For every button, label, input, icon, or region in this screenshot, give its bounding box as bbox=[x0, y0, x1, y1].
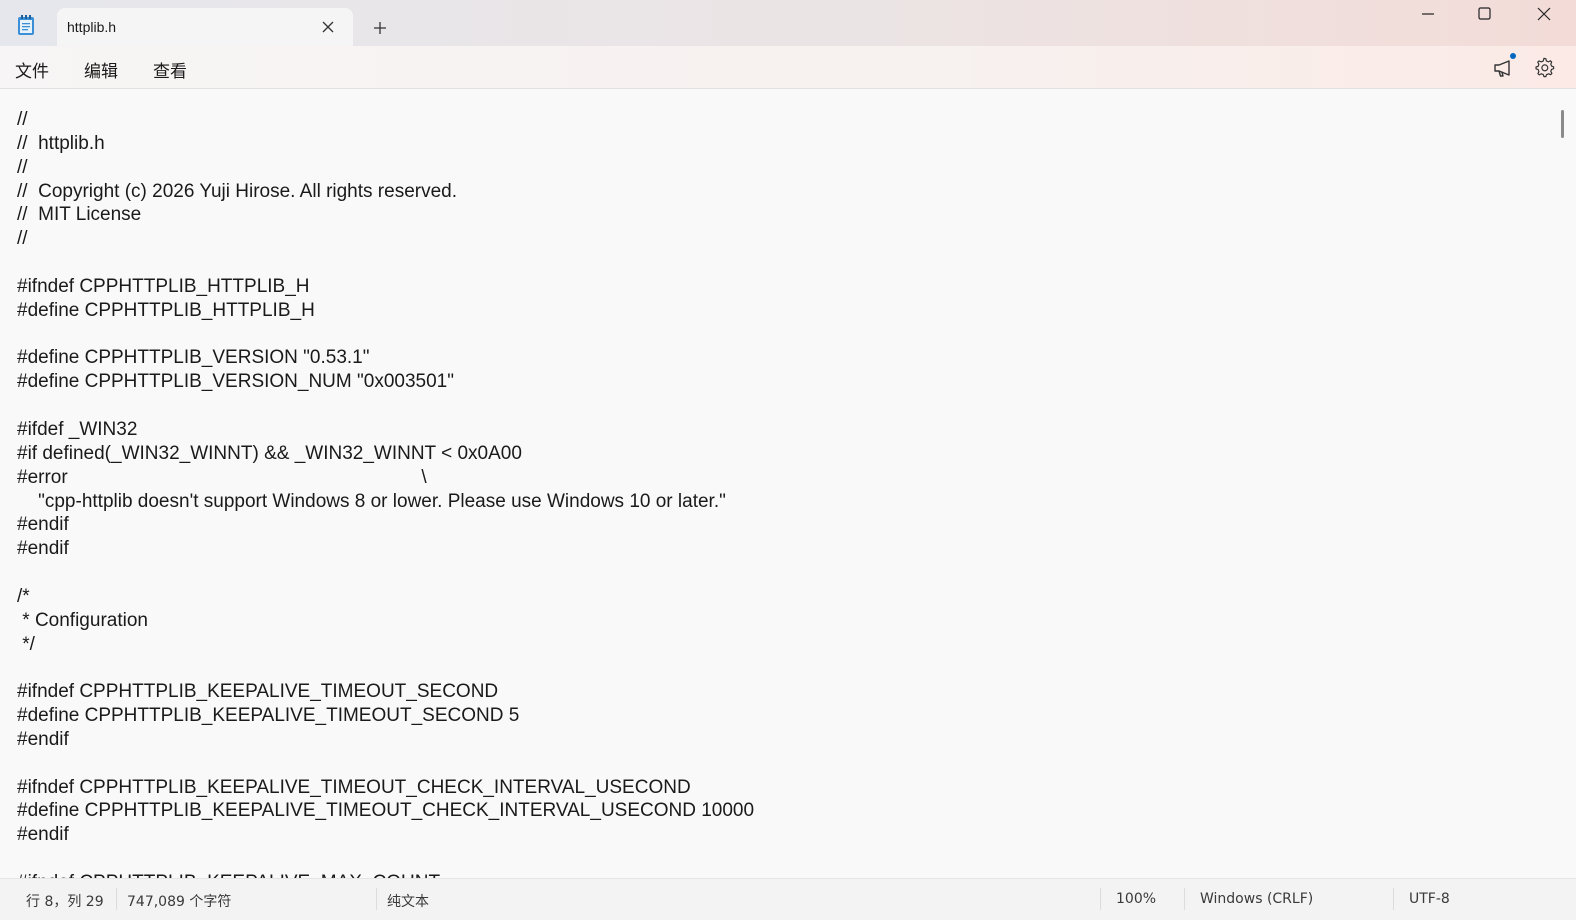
code-line[interactable]: #ifndef CPPHTTPLIB_KEEPALIVE_TIMEOUT_CHE… bbox=[17, 776, 754, 800]
code-line[interactable]: // Copyright (c) 2026 Yuji Hirose. All r… bbox=[17, 180, 754, 204]
code-line[interactable]: * Configuration bbox=[17, 609, 754, 633]
maximize-icon[interactable] bbox=[1462, 4, 1508, 26]
code-line[interactable]: #define CPPHTTPLIB_HTTPLIB_H bbox=[17, 299, 754, 323]
code-line[interactable]: /* bbox=[17, 585, 754, 609]
menu-edit[interactable]: 编辑 bbox=[84, 57, 118, 82]
code-line[interactable]: ​ bbox=[17, 251, 754, 275]
code-line[interactable]: #define CPPHTTPLIB_KEEPALIVE_TIMEOUT_CHE… bbox=[17, 799, 754, 823]
editor-content[interactable]: //// httplib.h//// Copyright (c) 2026 Yu… bbox=[17, 108, 754, 878]
gear-icon[interactable] bbox=[1533, 56, 1555, 78]
char-count: 747,089 个字符 bbox=[127, 894, 232, 910]
status-divider bbox=[1393, 888, 1394, 910]
status-divider bbox=[376, 888, 377, 910]
code-line[interactable]: // bbox=[17, 156, 754, 180]
tab-label: httplib.h bbox=[67, 19, 117, 35]
close-icon[interactable] bbox=[321, 20, 335, 34]
megaphone-icon[interactable] bbox=[1491, 56, 1515, 80]
menu-file[interactable]: 文件 bbox=[15, 57, 49, 82]
code-line[interactable]: ​ bbox=[17, 394, 754, 418]
add-tab-icon[interactable] bbox=[371, 19, 389, 37]
code-line[interactable]: ​ bbox=[17, 847, 754, 871]
zoom-level[interactable]: 100% bbox=[1116, 891, 1156, 907]
code-line[interactable]: #define CPPHTTPLIB_KEEPALIVE_TIMEOUT_SEC… bbox=[17, 704, 754, 728]
code-line[interactable]: // httplib.h bbox=[17, 132, 754, 156]
code-line[interactable]: // bbox=[17, 227, 754, 251]
code-line[interactable]: */ bbox=[17, 633, 754, 657]
line-ending[interactable]: Windows (CRLF) bbox=[1200, 891, 1313, 907]
code-line[interactable]: #endif bbox=[17, 823, 754, 847]
minimize-icon[interactable] bbox=[1405, 4, 1451, 26]
status-bar: 行 8，列 29 747,089 个字符 纯文本 100% Windows (C… bbox=[0, 878, 1576, 920]
code-line[interactable]: "cpp-httplib doesn't support Windows 8 o… bbox=[17, 490, 754, 514]
menu-view[interactable]: 查看 bbox=[153, 57, 187, 82]
code-line[interactable]: ​ bbox=[17, 752, 754, 776]
code-line[interactable]: #define CPPHTTPLIB_VERSION_NUM "0x003501… bbox=[17, 370, 754, 394]
encoding[interactable]: UTF-8 bbox=[1409, 891, 1450, 907]
cursor-position[interactable]: 行 8，列 29 bbox=[26, 891, 104, 911]
code-line[interactable]: ​ bbox=[17, 656, 754, 680]
window-close-icon[interactable] bbox=[1521, 4, 1567, 26]
status-divider bbox=[116, 888, 117, 910]
text-editor[interactable]: //// httplib.h//// Copyright (c) 2026 Yu… bbox=[0, 89, 1560, 878]
code-line[interactable]: ​ bbox=[17, 561, 754, 585]
status-divider bbox=[1184, 888, 1185, 910]
title-bar: httplib.h bbox=[0, 0, 1576, 46]
code-line[interactable]: #error \ bbox=[17, 466, 754, 490]
menu-bar: 文件 编辑 查看 bbox=[0, 46, 1576, 89]
notepad-icon bbox=[18, 15, 34, 35]
tab-httplib[interactable]: httplib.h bbox=[57, 8, 353, 46]
code-line[interactable]: #ifndef CPPHTTPLIB_KEEPALIVE_TIMEOUT_SEC… bbox=[17, 680, 754, 704]
code-line[interactable]: #endif bbox=[17, 537, 754, 561]
code-line[interactable]: #ifndef CPPHTTPLIB_HTTPLIB_H bbox=[17, 275, 754, 299]
code-line[interactable]: #ifndef CPPHTTPLIB_KEEPALIVE_MAX_COUNT bbox=[17, 871, 754, 878]
code-line[interactable]: ​ bbox=[17, 323, 754, 347]
code-line[interactable]: #ifdef _WIN32 bbox=[17, 418, 754, 442]
code-line[interactable]: #if defined(_WIN32_WINNT) && _WIN32_WINN… bbox=[17, 442, 754, 466]
code-line[interactable]: #define CPPHTTPLIB_VERSION "0.53.1" bbox=[17, 346, 754, 370]
status-divider bbox=[1100, 888, 1101, 910]
code-line[interactable]: #endif bbox=[17, 513, 754, 537]
code-line[interactable]: // MIT License bbox=[17, 203, 754, 227]
notification-dot bbox=[1510, 53, 1516, 59]
vertical-scrollbar[interactable] bbox=[1560, 89, 1568, 878]
text-format[interactable]: 纯文本 bbox=[387, 891, 429, 911]
scroll-thumb[interactable] bbox=[1561, 110, 1564, 138]
code-line[interactable]: #endif bbox=[17, 728, 754, 752]
code-line[interactable]: // bbox=[17, 108, 754, 132]
